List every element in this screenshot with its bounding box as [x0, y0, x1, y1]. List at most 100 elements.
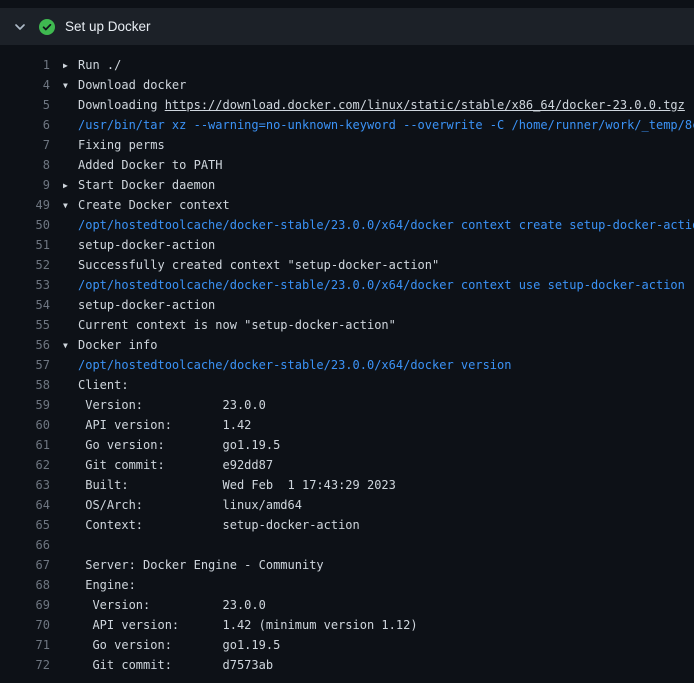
line-number[interactable]: 56 — [0, 335, 63, 355]
log-line: 53/opt/hostedtoolcache/docker-stable/23.… — [0, 275, 694, 295]
log-line: 59 Version: 23.0.0 — [0, 395, 694, 415]
log-line: 60 API version: 1.42 — [0, 415, 694, 435]
log-line: 58Client: — [0, 375, 694, 395]
log-line: 69 Version: 23.0.0 — [0, 595, 694, 615]
line-content: Current context is now "setup-docker-act… — [63, 315, 694, 335]
chevron-right-icon: ▶ — [63, 176, 78, 195]
line-content: /usr/bin/tar xz --warning=no-unknown-key… — [63, 115, 694, 135]
log-line: 7Fixing perms — [0, 135, 694, 155]
line-content: API version: 1.42 (minimum version 1.12) — [63, 615, 694, 635]
log-group-line[interactable]: 1▶Run ./ — [0, 55, 694, 75]
line-content: Successfully created context "setup-dock… — [63, 255, 694, 275]
line-number[interactable]: 4 — [0, 75, 63, 95]
group-title: Start Docker daemon — [78, 178, 215, 192]
line-content: Version: 23.0.0 — [63, 595, 694, 615]
line-content: Git commit: d7573ab — [63, 655, 694, 675]
line-content: Built: Wed Feb 1 17:43:29 2023 — [63, 475, 694, 495]
line-number[interactable]: 72 — [0, 655, 63, 675]
line-number[interactable]: 6 — [0, 115, 63, 135]
group-title: Run ./ — [78, 58, 121, 72]
line-content: setup-docker-action — [63, 235, 694, 255]
line-number[interactable]: 54 — [0, 295, 63, 315]
line-number[interactable]: 63 — [0, 475, 63, 495]
line-number[interactable]: 62 — [0, 455, 63, 475]
log-container: 1▶Run ./4▼Download docker5Downloading ht… — [0, 45, 694, 675]
line-content: Server: Docker Engine - Community — [63, 555, 694, 575]
line-number[interactable]: 55 — [0, 315, 63, 335]
step-header[interactable]: Set up Docker — [0, 8, 694, 45]
line-number[interactable]: 57 — [0, 355, 63, 375]
group-title: Create Docker context — [78, 198, 230, 212]
log-line: 72 Git commit: d7573ab — [0, 655, 694, 675]
line-content: API version: 1.42 — [63, 415, 694, 435]
line-content: Added Docker to PATH — [63, 155, 694, 175]
line-number[interactable]: 9 — [0, 175, 63, 195]
line-content: Downloading https://download.docker.com/… — [63, 95, 694, 115]
group-title: Download docker — [78, 78, 186, 92]
log-line: 55Current context is now "setup-docker-a… — [0, 315, 694, 335]
line-content: Fixing perms — [63, 135, 694, 155]
log-line: 70 API version: 1.42 (minimum version 1.… — [0, 615, 694, 635]
step-title: Set up Docker — [65, 19, 151, 34]
success-check-icon — [39, 19, 55, 35]
line-content: ▼Docker info — [63, 335, 694, 355]
line-content: /opt/hostedtoolcache/docker-stable/23.0.… — [63, 215, 694, 235]
log-line: 51setup-docker-action — [0, 235, 694, 255]
log-line: 63 Built: Wed Feb 1 17:43:29 2023 — [0, 475, 694, 495]
line-number[interactable]: 67 — [0, 555, 63, 575]
line-number[interactable]: 64 — [0, 495, 63, 515]
line-number[interactable]: 49 — [0, 195, 63, 215]
line-number[interactable]: 53 — [0, 275, 63, 295]
log-line: 65 Context: setup-docker-action — [0, 515, 694, 535]
line-number[interactable]: 70 — [0, 615, 63, 635]
line-number[interactable]: 59 — [0, 395, 63, 415]
log-line: 71 Go version: go1.19.5 — [0, 635, 694, 655]
line-content: /opt/hostedtoolcache/docker-stable/23.0.… — [63, 275, 694, 295]
line-number[interactable]: 65 — [0, 515, 63, 535]
log-line: 67 Server: Docker Engine - Community — [0, 555, 694, 575]
line-number[interactable]: 71 — [0, 635, 63, 655]
line-number[interactable]: 66 — [0, 535, 63, 555]
line-number[interactable]: 68 — [0, 575, 63, 595]
line-content: Client: — [63, 375, 694, 395]
line-number[interactable]: 69 — [0, 595, 63, 615]
line-content: Git commit: e92dd87 — [63, 455, 694, 475]
line-content: Go version: go1.19.5 — [63, 435, 694, 455]
group-title: Docker info — [78, 338, 157, 352]
line-number[interactable]: 51 — [0, 235, 63, 255]
line-content: ▼Download docker — [63, 75, 694, 95]
line-content: Version: 23.0.0 — [63, 395, 694, 415]
line-number[interactable]: 58 — [0, 375, 63, 395]
line-number[interactable]: 61 — [0, 435, 63, 455]
line-number[interactable]: 7 — [0, 135, 63, 155]
log-line: 6/usr/bin/tar xz --warning=no-unknown-ke… — [0, 115, 694, 135]
log-group-line[interactable]: 4▼Download docker — [0, 75, 694, 95]
chevron-down-icon: ▼ — [63, 336, 78, 355]
chevron-down-icon[interactable] — [14, 21, 26, 33]
line-number[interactable]: 60 — [0, 415, 63, 435]
chevron-down-icon: ▼ — [63, 196, 78, 215]
log-link[interactable]: https://download.docker.com/linux/static… — [165, 98, 685, 112]
log-line: 62 Git commit: e92dd87 — [0, 455, 694, 475]
log-line: 50/opt/hostedtoolcache/docker-stable/23.… — [0, 215, 694, 235]
log-line: 66 — [0, 535, 694, 555]
line-number[interactable]: 8 — [0, 155, 63, 175]
log-line: 68 Engine: — [0, 575, 694, 595]
log-group-line[interactable]: 9▶Start Docker daemon — [0, 175, 694, 195]
log-group-line[interactable]: 56▼Docker info — [0, 335, 694, 355]
line-content: Go version: go1.19.5 — [63, 635, 694, 655]
line-number[interactable]: 52 — [0, 255, 63, 275]
line-number[interactable]: 50 — [0, 215, 63, 235]
log-group-line[interactable]: 49▼Create Docker context — [0, 195, 694, 215]
log-line: 8Added Docker to PATH — [0, 155, 694, 175]
chevron-down-icon: ▼ — [63, 76, 78, 95]
line-content — [63, 535, 694, 555]
log-text: Downloading — [78, 98, 165, 112]
log-line: 52Successfully created context "setup-do… — [0, 255, 694, 275]
line-number[interactable]: 1 — [0, 55, 63, 75]
line-content: ▼Create Docker context — [63, 195, 694, 215]
log-line: 5Downloading https://download.docker.com… — [0, 95, 694, 115]
log-line: 64 OS/Arch: linux/amd64 — [0, 495, 694, 515]
line-content: setup-docker-action — [63, 295, 694, 315]
line-number[interactable]: 5 — [0, 95, 63, 115]
